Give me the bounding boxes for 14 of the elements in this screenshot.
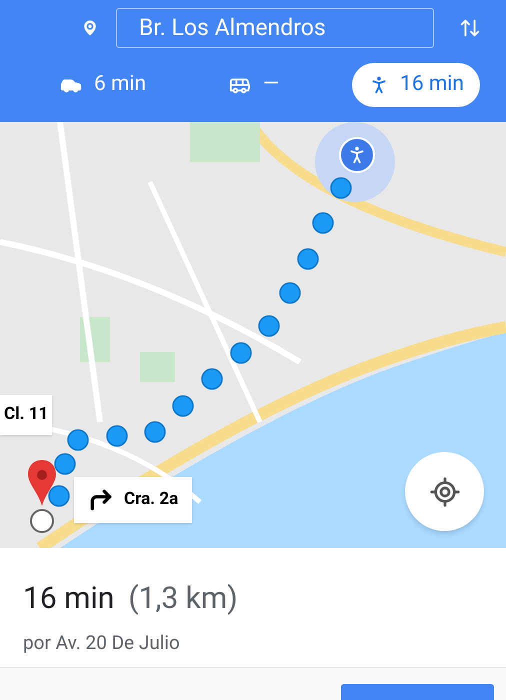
travel-mode-tab[interactable]: 6 min [50, 63, 156, 107]
distance-text: (1,3 km) [128, 580, 238, 618]
street-label: Cl. 11 [0, 395, 52, 435]
travel-mode-tab[interactable]: 16 min [352, 63, 480, 107]
destination-field[interactable]: Br. Los Almendros [116, 8, 434, 48]
map-view[interactable]: Cl. 11 Cra. 2a [0, 122, 506, 548]
destination-text: Br. Los Almendros [139, 12, 326, 43]
turn-right-icon [88, 487, 114, 513]
turn-street-text: Cra. 2a [124, 488, 178, 512]
route-via-text: por Av. 20 De Julio [23, 630, 181, 656]
duration-text: 16 min [23, 580, 114, 618]
locate-icon [428, 476, 460, 508]
travel-mode-tab[interactable]: — [218, 63, 290, 107]
swap-icon[interactable] [459, 17, 481, 39]
